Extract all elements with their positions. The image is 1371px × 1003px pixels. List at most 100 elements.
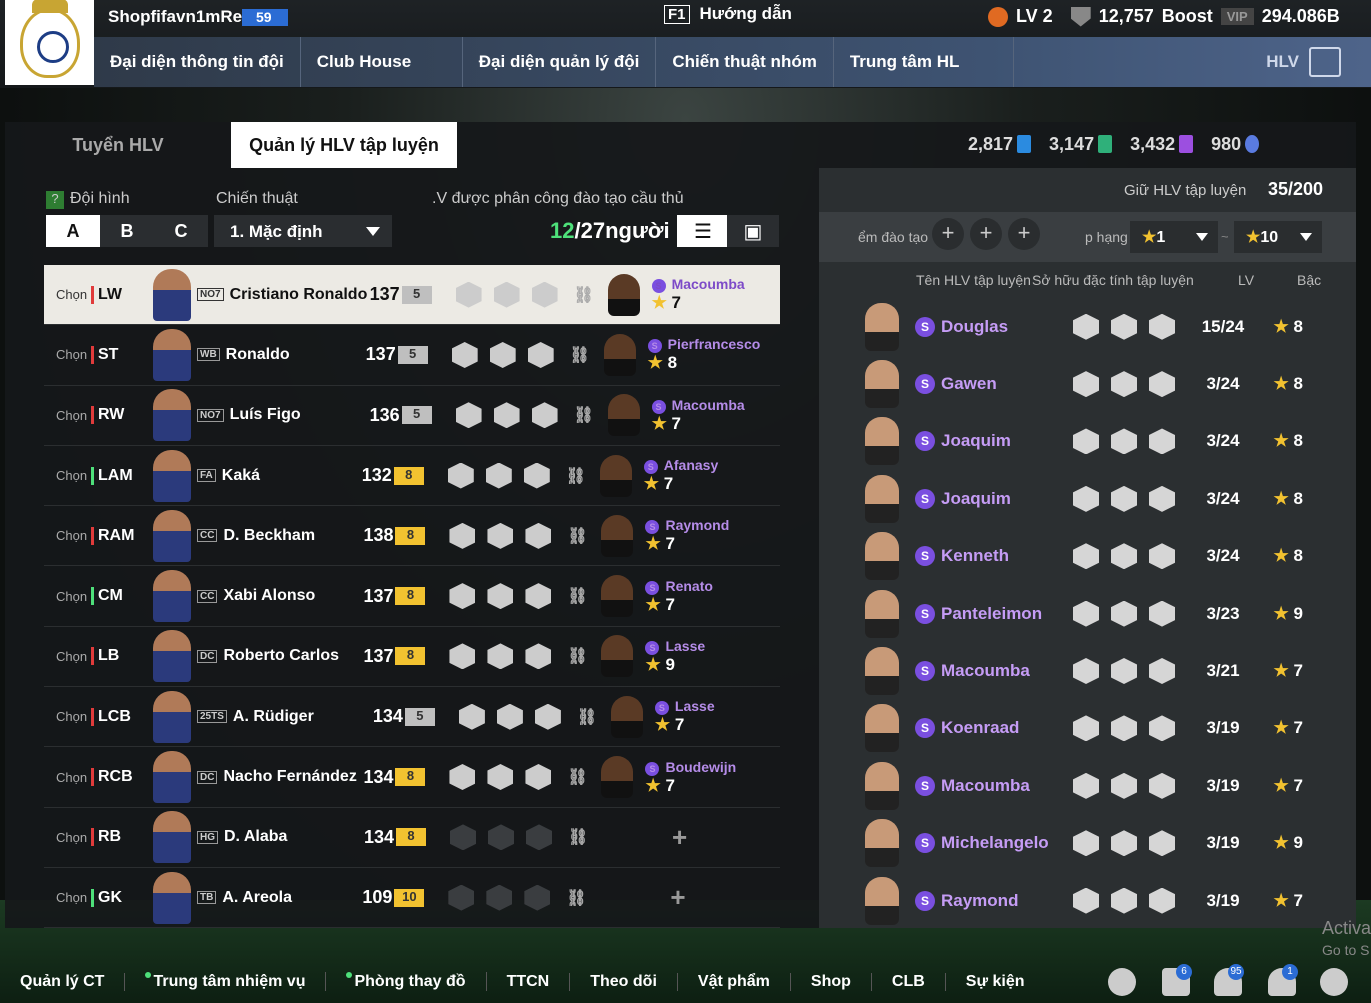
coach-row[interactable]: S Douglas 15/24 ★ 8 — [819, 298, 1356, 355]
settings-icon[interactable] — [1320, 968, 1348, 996]
link-icon[interactable]: ⛓ — [566, 888, 600, 908]
link-icon[interactable]: ⛓ — [574, 285, 608, 305]
trait-icon — [1073, 485, 1099, 512]
coach-row[interactable]: S Koenraad 3/19 ★ 7 — [819, 700, 1356, 757]
coach-name: Raymond — [941, 890, 1019, 910]
formation-b[interactable]: B — [100, 215, 154, 247]
f1-key: F1 — [664, 4, 690, 24]
player-row[interactable]: Chọn LB DC Roberto Carlos 137 8 ⛓ S Lasse ★ 9 — [44, 627, 780, 688]
star-icon: ★ — [643, 474, 660, 494]
link-icon[interactable]: ⛓ — [577, 707, 611, 727]
link-icon[interactable]: ⛓ — [567, 646, 601, 666]
bottom-shop[interactable]: Shop — [791, 972, 872, 991]
link-icon[interactable]: ⛓ — [567, 526, 601, 546]
coach-row[interactable]: S Macoumba 3/21 ★ 7 — [819, 642, 1356, 699]
nav-club-house[interactable]: Club House — [301, 37, 463, 87]
coach-face — [865, 647, 899, 696]
coach-name: Michelangelo — [941, 833, 1049, 853]
player-row[interactable]: Chọn RB HG D. Alaba 134 8 ⛓ + — [44, 808, 780, 868]
link-icon[interactable]: ⛓ — [574, 405, 608, 425]
link-icon[interactable]: ⛓ — [567, 767, 601, 787]
coach-face — [865, 819, 899, 868]
coach-row[interactable]: S Raymond 3/19 ★ 7 — [819, 872, 1356, 929]
trait-icon — [1073, 371, 1099, 398]
help-icon[interactable]: ? — [46, 191, 64, 209]
player-avatar — [153, 690, 191, 743]
link-icon[interactable]: ⛓ — [570, 345, 604, 365]
coach-name: Macoumba — [941, 661, 1030, 681]
grid-view-button[interactable]: ▣ — [727, 215, 779, 247]
coach-row[interactable]: S Joaquim 3/24 ★ 8 — [819, 413, 1356, 470]
player-row[interactable]: Chọn LW NO7 Cristiano Ronaldo 137 5 ⛓ S Macoumba… — [44, 265, 780, 326]
tactic-select[interactable]: 1. Mặc định — [214, 215, 392, 247]
bottom-missions[interactable]: Trung tâm nhiệm vụ — [125, 972, 327, 991]
card-season: FA — [197, 469, 216, 483]
nav-tactics[interactable]: Chiến thuật nhóm — [656, 37, 834, 87]
s-badge-icon: S — [647, 339, 662, 354]
player-row[interactable]: Chọn GK TB A. Areola 109 10 ⛓ + — [44, 868, 780, 929]
rank-from-select[interactable]: ★1 — [1130, 221, 1218, 253]
coach-row[interactable]: S Macoumba 3/19 ★ 7 — [819, 757, 1356, 814]
add-filter-2[interactable]: + — [970, 218, 1002, 250]
add-coach-button[interactable]: + — [672, 822, 687, 853]
assigned-coach: S Afanasy ★ 7 — [643, 457, 719, 494]
coach-row[interactable]: S Gawen 3/24 ★ 8 — [819, 355, 1356, 412]
coach-face — [599, 454, 632, 497]
bottom-follow[interactable]: Theo dõi — [570, 972, 678, 991]
list-view-button[interactable]: ☰ — [677, 215, 729, 247]
bottom-locker[interactable]: Phòng thay đồ — [326, 972, 487, 991]
bottom-items[interactable]: Vật phẩm — [678, 972, 791, 991]
activation-watermark: Activa — [1322, 918, 1371, 938]
trait-icon — [1111, 658, 1137, 685]
help-button[interactable]: F1 Hướng dẫn — [664, 4, 792, 24]
coach-rank: ★ 8 — [1273, 316, 1303, 336]
player-avatar — [153, 268, 191, 321]
tab-manage[interactable]: Quản lý HLV tập luyện — [231, 122, 457, 168]
tab-recruit[interactable]: Tuyển HLV — [5, 122, 231, 168]
bottom-ttcn[interactable]: TTCN — [487, 972, 571, 991]
coach-row[interactable]: S Kenneth 3/24 ★ 8 — [819, 528, 1356, 585]
add-filter-3[interactable]: + — [1008, 218, 1040, 250]
player-avatar — [153, 811, 191, 864]
coach-lv: 3/19 — [1206, 718, 1240, 738]
s-badge-icon: S — [915, 603, 935, 624]
nav-team-info[interactable]: Đại diện thông tin đội — [94, 37, 301, 87]
rank-sep: ~ — [1221, 229, 1229, 244]
bottom-clb[interactable]: CLB — [872, 972, 946, 991]
s-badge-icon: S — [915, 374, 935, 395]
star-icon: ★ — [645, 775, 661, 795]
bottom-quanlyct[interactable]: Quản lý CT — [0, 972, 126, 991]
player-row[interactable]: Chọn RCB DC Nacho Fernández 134 8 ⛓ S Boudewijn ★… — [44, 747, 780, 808]
add-filter-1[interactable]: + — [932, 218, 964, 250]
rank-label: p hạng — [1085, 229, 1128, 245]
nav-team-manager[interactable]: Đại diện quản lý đội — [463, 37, 657, 87]
player-row[interactable]: Chọn CM CC Xabi Alonso 137 8 ⛓ S Renato ★ 7 — [44, 566, 780, 627]
rank-to-select[interactable]: ★10 — [1234, 221, 1322, 253]
player-row[interactable]: Chọn LAM FA Kaká 132 8 ⛓ S Afanasy ★ 7 — [44, 446, 780, 507]
formation-a[interactable]: A — [46, 215, 100, 247]
link-icon[interactable]: ⛓ — [567, 586, 601, 606]
player-row[interactable]: Chọn LCB 25TS A. Rüdiger 134 5 ⛓ S Lasse ★ 7 — [44, 687, 780, 748]
player-row[interactable]: Chọn RW NO7 Luís Figo 136 5 ⛓ S Macoumba ★ 7 — [44, 386, 780, 446]
link-icon[interactable]: ⛓ — [568, 827, 602, 847]
coach-row[interactable]: S Joaquim 3/24 ★ 8 — [819, 470, 1356, 527]
player-row[interactable]: Chọn RAM CC D. Beckham 138 8 ⛓ S Raymond ★ 7 — [44, 506, 780, 567]
ovr: 134 — [364, 826, 395, 847]
nav-training-center[interactable]: Trung tâm HL — [834, 37, 1014, 87]
bottom-events[interactable]: Sự kiện — [946, 973, 1045, 991]
chat-icon[interactable] — [1108, 968, 1136, 996]
player-name: D. Alaba — [224, 828, 288, 846]
club-logo[interactable] — [5, 0, 94, 85]
trait-icon — [1073, 543, 1099, 570]
coach-row[interactable]: S Panteleimon 3/23 ★ 9 — [819, 585, 1356, 642]
link-icon[interactable]: ⛓ — [566, 466, 600, 486]
coach-row[interactable]: S Michelangelo 3/19 ★ 9 — [819, 815, 1356, 872]
formation-label: ? Đội hình — [46, 190, 130, 209]
coach-lv: 3/19 — [1206, 890, 1240, 910]
add-coach-button[interactable]: + — [670, 882, 685, 913]
trait-icon — [1149, 887, 1175, 914]
formation-c[interactable]: C — [154, 215, 208, 247]
player-row[interactable]: Chọn ST WB Ronaldo 137 5 ⛓ S Pierfrancesco ★ 8 — [44, 325, 780, 386]
hlv-button[interactable]: HLV — [1250, 37, 1357, 87]
ovr: 109 — [362, 887, 393, 908]
